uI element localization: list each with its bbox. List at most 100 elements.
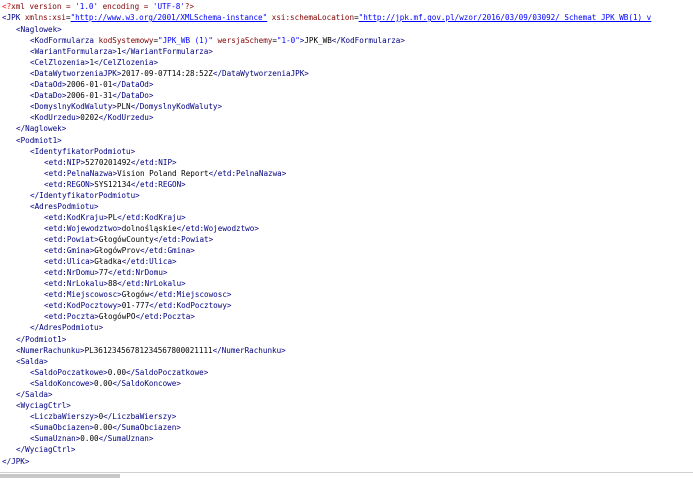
adres-close-tag: </AdresPodmiotu> (30, 323, 104, 332)
rachunek-value: PL36123456781234567800021111 (84, 346, 213, 355)
saldopoczatkowe-line: <SaldoPoczatkowe>0.00</SaldoPoczatkowe> (30, 367, 208, 378)
obc-close-tag: </SumaObciazen> (112, 423, 181, 432)
regon-open-tag: <etd:REGON> (44, 180, 95, 189)
identyfikator-open-tag: <IdentyfikatorPodmiotu> (30, 147, 136, 156)
nip-line: <etd:NIP>5270201492</etd:NIP> (44, 157, 177, 168)
podmiot-open-tag: <Podmiot1> (16, 136, 62, 145)
dataod-close-tag: </DataOd> (112, 80, 154, 89)
kodp-value: 01-777 (121, 301, 150, 310)
datawyt-close-tag: </DataWytworzeniaJPK> (212, 69, 309, 78)
nazwa-value: Vision Poland Report (117, 169, 209, 178)
ctrl-close-tag: </WyciagCtrl> (16, 445, 76, 454)
konc-close-tag: </SaldoKoncowe> (112, 379, 181, 388)
wojewodztwo-line: <etd:Wojewodztwo>dolnośląskie</etd:Wojew… (44, 223, 259, 234)
lokalu-open-tag: <etd:NrLokalu> (44, 279, 109, 288)
regon-close-tag: </etd:REGON> (130, 180, 186, 189)
xml-document-view: <?xml version = '1.0' encoding = 'UTF-8'… (0, 0, 693, 479)
domu-close-tag: </etd:NrDomu> (108, 268, 168, 277)
nip-value: 5270201492 (85, 158, 131, 167)
nazwa-close-tag: </etd:PelnaNazwa> (208, 169, 287, 178)
miejsc-value: Głogów (121, 290, 150, 299)
salda-open: <Salda> (16, 356, 48, 367)
naglowek-open-tag: <Naglowek> (16, 25, 62, 34)
nazwa-open-tag: <etd:PelnaNazwa> (44, 169, 118, 178)
root-open-tag: <JPK (2, 13, 25, 22)
gmina-open-tag: <etd:Gmina> (44, 246, 95, 255)
xmlns-link[interactable]: "http://www.w3.org/2001/XMLSchema-instan… (71, 13, 268, 22)
obc-open-tag: <SumaObciazen> (30, 423, 95, 432)
identyfikator-open: <IdentyfikatorPodmiotu> (30, 146, 135, 157)
sumaobciazen-line: <SumaObciazen>0.00</SumaObciazen> (30, 422, 181, 433)
pocz-open-tag: <SaldoPoczatkowe> (30, 368, 108, 377)
woj-value: dolnośląskie (121, 224, 177, 233)
poczta-close-tag: </etd:Poczta> (135, 312, 195, 321)
wyciagctrl-close: </WyciagCtrl> (16, 444, 75, 455)
ulica-line: <etd:Ulica>Gładka</etd:Ulica> (44, 256, 177, 267)
woj-close-tag: </etd:Wojewodztwo> (176, 224, 259, 233)
scrollbar-thumb[interactable] (0, 474, 120, 478)
urzad-close-tag: </KodUrzedu> (98, 113, 154, 122)
dataod-open-tag: <DataOd> (30, 80, 67, 89)
kodformularza-value: JPK_WB (304, 36, 332, 45)
identyfikator-close-tag: </IdentyfikatorPodmiotu> (30, 191, 140, 200)
nip-close-tag: </etd:NIP> (130, 158, 177, 167)
ctrl-open-tag: <WyciagCtrl> (16, 401, 71, 410)
dataod-value: 2006-01-01 (66, 80, 113, 89)
rachunek-close-tag: </NumerRachunku> (212, 346, 286, 355)
schemalocation-link[interactable]: "http://jpk.mf.gov.pl/wzor/2016/03/09/03… (359, 13, 652, 22)
root-attr-schemalocation: xsi:schemaLocation (267, 13, 355, 22)
konc-open-tag: <SaldoKoncowe> (30, 379, 95, 388)
liczba-open-tag: <LiczbaWierszy> (30, 412, 99, 421)
powiat-close-tag: </etd:Powiat> (153, 235, 214, 244)
datado-open-tag: <DataDo> (30, 91, 67, 100)
regon-value: SYS12134 (94, 180, 131, 189)
root-attr-xmlns: xmlns:xsi (24, 13, 67, 22)
obc-value: 0.00 (94, 423, 113, 432)
declaration-close: ?> (184, 2, 195, 11)
waluta-line: <DomyslnyKodWaluty>PLN</DomyslnyKodWalut… (30, 101, 222, 112)
gmina-close-tag: </etd:Gmina> (140, 246, 195, 255)
uzn-value: 0.00 (80, 434, 99, 443)
declaration-text: xml version = (11, 2, 76, 11)
ulica-value: Gładka (94, 257, 122, 266)
uzn-close-tag: </SumaUznan> (98, 434, 154, 443)
liczbawierszy-line: <LiczbaWierszy>0</LiczbaWierszy> (30, 411, 176, 422)
wariant-close-tag: </WariantFormularza> (121, 47, 213, 56)
cel-open-tag: <CelZlozenia> (30, 58, 90, 67)
pelnanazwa-line: <etd:PelnaNazwa>Vision Poland Report</et… (44, 168, 286, 179)
powiat-open-tag: <etd:Powiat> (44, 235, 99, 244)
salda-close: </Salda> (16, 389, 53, 400)
powiat-line: <etd:Powiat>GłogówCounty</etd:Powiat> (44, 234, 213, 245)
miejscowosc-line: <etd:Miejscowosc>Głogów</etd:Miejscowosc… (44, 289, 231, 300)
horizontal-scrollbar[interactable] (0, 472, 693, 479)
datado-close-tag: </DataDo> (112, 91, 154, 100)
root-open-line: <JPK xmlns:xsi="http://www.w3.org/2001/X… (2, 12, 651, 23)
declaration-open: <? (2, 2, 12, 11)
gmina-value: GłogówProv (94, 246, 141, 255)
wariant-open-tag: <WariantFormularza> (30, 47, 117, 56)
nrlokalu-line: <etd:NrLokalu>88</etd:NrLokalu> (44, 278, 186, 289)
waluta-value: PLN (116, 102, 131, 111)
datado-line: <DataDo>2006-01-31</DataDo> (30, 90, 153, 101)
kodp-close-tag: </etd:KodPocztowy> (149, 301, 232, 310)
ulica-close-tag: </etd:Ulica> (121, 257, 177, 266)
root-close-tag: </JPK> (2, 457, 30, 466)
declaration-version: '1.0' (75, 2, 99, 11)
numerrachunku-line: <NumerRachunku>PL36123456781234567800021… (16, 345, 286, 356)
powiat-value: GłogówCounty (98, 235, 154, 244)
pocz-value: 0.00 (107, 368, 127, 377)
urzad-value: 0202 (80, 113, 99, 122)
kodsystemowy-attr: kodSystemowy (98, 36, 154, 45)
rachunek-open-tag: <NumerRachunku> (16, 346, 85, 355)
naglowek-close-tag: </Naglowek> (16, 124, 67, 133)
celzlozenia-line: <CelZlozenia>1</CelZlozenia> (30, 57, 158, 68)
identyfikator-close: </IdentyfikatorPodmiotu> (30, 190, 140, 201)
adres-open-tag: <AdresPodmiotu> (30, 202, 99, 211)
poczta-value: GłogówPO (98, 312, 136, 321)
wersjaschemy-attr: wersjaSchemy (212, 36, 273, 45)
lokalu-value: 88 (108, 279, 118, 288)
salda-close-tag: </Salda> (16, 390, 53, 399)
kodkraju-line: <etd:KodKraju>PL</etd:KodKraju> (44, 212, 186, 223)
miejsc-close-tag: </etd:Miejscowosc> (149, 290, 232, 299)
ulica-open-tag: <etd:Ulica> (44, 257, 95, 266)
